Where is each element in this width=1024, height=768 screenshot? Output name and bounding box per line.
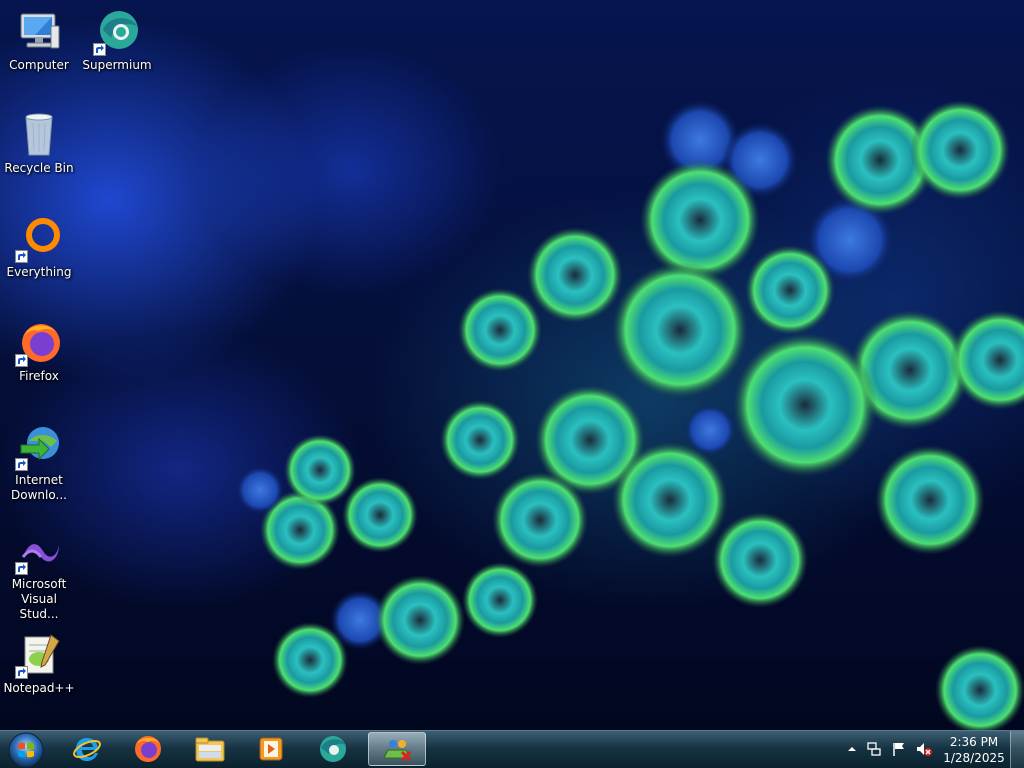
show-desktop-button[interactable] <box>1010 731 1024 768</box>
shortcut-arrow-icon <box>93 43 106 56</box>
desktop-icon-supermium[interactable]: Supermium <box>78 8 156 73</box>
taskbar-network-app-active[interactable] <box>368 732 426 766</box>
desktop-wallpaper <box>0 0 1024 730</box>
desktop-icon-internet-download-manager[interactable]: Internet Downlo... <box>0 423 78 503</box>
desktop-icon-label: Everything <box>6 265 72 279</box>
desktop-icon-label: Recycle Bin <box>4 161 74 175</box>
desktop-icon-recycle-bin[interactable]: Recycle Bin <box>0 111 78 176</box>
desktop-icon-label: Computer <box>9 58 69 72</box>
taskbar-supermium[interactable] <box>306 732 360 766</box>
show-hidden-icons-chevron[interactable] <box>844 741 860 757</box>
internet-download-manager-icon <box>15 423 63 471</box>
taskbar-firefox[interactable] <box>121 732 175 766</box>
taskbar-media-player[interactable] <box>244 732 298 766</box>
desktop-icon-label: Notepad++ <box>3 681 75 695</box>
volume-muted-icon[interactable] <box>915 741 932 757</box>
media-player-icon <box>259 737 283 761</box>
taskbar-file-explorer[interactable] <box>183 732 237 766</box>
taskbar: 2:36 PM 1/28/2025 <box>0 730 1024 768</box>
clock-date: 1/28/2025 <box>943 751 1005 765</box>
desktop-icon-visual-studio[interactable]: Microsoft Visual Stud... <box>0 527 78 622</box>
internet-explorer-icon <box>73 738 101 761</box>
shortcut-arrow-icon <box>15 666 28 679</box>
shortcut-arrow-icon <box>15 250 28 263</box>
desktop-icon-everything[interactable]: Everything <box>0 215 78 280</box>
desktop-icon-notepad-plus-plus[interactable]: Notepad++ <box>0 631 78 696</box>
computer-icon <box>15 8 63 56</box>
windows-start-orb-icon <box>8 732 44 768</box>
shortcut-arrow-icon <box>15 458 28 471</box>
shortcut-arrow-icon <box>15 562 28 575</box>
firefox-icon <box>135 736 161 762</box>
desktop-icon-label: Internet Downlo... <box>11 473 67 502</box>
desktop-icon-label: Microsoft Visual Stud... <box>11 577 67 621</box>
supermium-icon <box>320 736 346 762</box>
visual-studio-icon <box>15 527 63 575</box>
desktop-icon-computer[interactable]: Computer <box>0 8 78 73</box>
desktop-icon-firefox[interactable]: Firefox <box>0 319 78 384</box>
file-explorer-icon <box>195 737 225 762</box>
desktop-icon-label: Supermium <box>82 58 152 72</box>
supermium-icon <box>93 8 141 56</box>
firefox-icon <box>15 319 63 367</box>
shortcut-arrow-icon <box>15 354 28 367</box>
network-app-icon <box>383 740 412 762</box>
network-icon[interactable] <box>866 741 882 757</box>
recycle-bin-icon <box>15 111 63 159</box>
notepad-plus-plus-icon <box>15 631 63 679</box>
clock-time: 2:36 PM <box>949 735 999 749</box>
taskbar-internet-explorer[interactable] <box>60 732 114 766</box>
desktop-icon-label: Firefox <box>19 369 59 383</box>
action-center-flag-icon[interactable] <box>891 741 907 757</box>
taskbar-clock[interactable]: 2:36 PM 1/28/2025 <box>942 734 1006 766</box>
coral-polyps-decoration <box>236 100 1024 730</box>
start-button[interactable] <box>6 732 46 768</box>
everything-icon <box>15 215 63 263</box>
